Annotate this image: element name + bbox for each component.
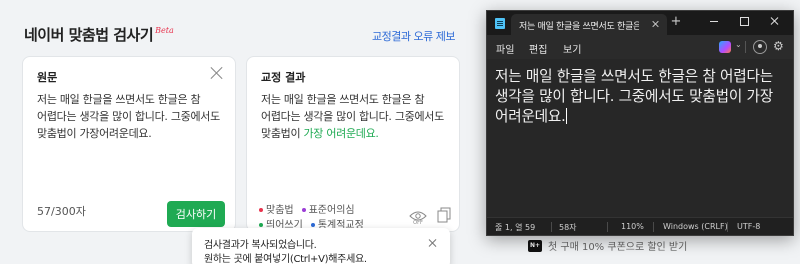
notepad-menubar: 파일 편집 보기 ⌄ ⚙ <box>487 35 793 59</box>
promo-text: 첫 구매 10% 쿠폰으로 할인 받기 <box>548 242 688 253</box>
encoding[interactable]: UTF-8 <box>737 222 760 231</box>
result-text: 저는 매일 한글을 쓰면서도 한글은 참 어렵다는 생각을 많이 합니다. 그중… <box>261 91 451 142</box>
copy-icon[interactable] <box>437 207 451 223</box>
toolbar-divider <box>745 41 746 53</box>
status-separator <box>607 222 608 232</box>
legend-dot <box>301 208 306 212</box>
notepad-window: 저는 매일 한글을 쓰면서도 한글은 + 파일 편집 보기 ⌄ ⚙ 저는 매일 … <box>486 10 794 236</box>
check-button[interactable]: 검사하기 <box>167 201 225 227</box>
editor-text[interactable]: 저는 매일 한글을 쓰면서도 한글은 참 어렵다는 생각을 많이 합니다. 그중… <box>495 67 787 127</box>
toast-hint: 원하는 곳에 붙여넣기(Ctrl+V)해주세요. <box>204 254 367 264</box>
account-icon[interactable] <box>753 40 767 54</box>
status-separator <box>551 222 552 232</box>
toast-close-icon[interactable] <box>428 238 438 248</box>
menu-edit[interactable]: 편집 <box>529 41 547 56</box>
eye-off-label: OFF <box>413 220 423 226</box>
close-window-button[interactable] <box>761 11 787 31</box>
char-count: 58자 <box>559 223 577 232</box>
legend-item-spelling: 맞춤법 <box>259 203 294 218</box>
menu-view[interactable]: 보기 <box>563 41 581 56</box>
original-text-panel: 원문 저는 매일 한글을 쓰면서도 한글은 참 어렵다는 생각을 많이 합니다.… <box>22 56 236 232</box>
zoom-level[interactable]: 110% <box>621 222 644 231</box>
tab-close-icon[interactable] <box>651 20 659 28</box>
minimize-button[interactable] <box>701 11 727 31</box>
promo-banner[interactable]: N+ 첫 구매 10% 쿠폰으로 할인 받기 <box>528 238 687 253</box>
clear-text-icon[interactable] <box>209 65 225 81</box>
text-caret <box>565 108 567 124</box>
beta-badge: Beta <box>155 26 174 35</box>
line-ending[interactable]: Windows (CRLF) <box>663 222 728 231</box>
maximize-button[interactable] <box>731 11 757 31</box>
cursor-position: 줄 1, 열 59 <box>495 223 536 232</box>
tab-title: 저는 매일 한글을 쓰면서도 한글은 <box>519 22 639 32</box>
notepad-editor[interactable]: 저는 매일 한글을 쓰면서도 한글은 참 어렵다는 생각을 많이 합니다. 그중… <box>487 59 793 219</box>
corrected-phrase: 가장 어려운데요. <box>303 127 379 140</box>
legend-dot <box>259 223 263 227</box>
legend-dot <box>259 208 263 212</box>
menu-file[interactable]: 파일 <box>496 41 514 56</box>
eye-off-icon[interactable]: OFF <box>409 207 427 229</box>
original-text-input[interactable]: 저는 매일 한글을 쓰면서도 한글은 참 어렵다는 생각을 많이 합니다. 그중… <box>37 91 227 142</box>
toast-message: 검사결과가 복사되었습니다. <box>204 240 317 251</box>
result-panel: 교정 결과 저는 매일 한글을 쓰면서도 한글은 참 어렵다는 생각을 많이 합… <box>246 56 460 232</box>
legend-item-standard: 표준어의심 <box>301 203 355 218</box>
status-separator <box>653 222 654 232</box>
copilot-icon[interactable] <box>719 41 731 53</box>
char-counter: 57/300자 <box>37 205 86 218</box>
gear-icon[interactable]: ⚙ <box>773 39 784 53</box>
new-tab-button[interactable]: + <box>669 15 683 29</box>
copied-toast: 검사결과가 복사되었습니다. 원하는 곳에 붙여넣기(Ctrl+V)해주세요. <box>192 228 450 264</box>
spellcheck-header: 네이버 맞춤법 검사기 Beta <box>24 24 174 45</box>
notepad-titlebar[interactable]: 저는 매일 한글을 쓰면서도 한글은 + <box>487 11 793 35</box>
report-error-link[interactable]: 교정결과 오류 제보 <box>372 28 455 44</box>
original-panel-title: 원문 <box>37 71 58 84</box>
chevron-down-icon[interactable]: ⌄ <box>735 40 742 49</box>
legend-dot <box>310 223 315 227</box>
tab-document[interactable]: 저는 매일 한글을 쓰면서도 한글은 <box>511 14 667 35</box>
notepad-app-icon <box>495 18 505 29</box>
page-title: 네이버 맞춤법 검사기 <box>24 26 154 44</box>
result-panel-title: 교정 결과 <box>261 71 306 84</box>
status-separator <box>727 222 728 232</box>
naver-plus-logo: N+ <box>528 239 542 252</box>
notepad-statusbar: 줄 1, 열 59 58자 110% Windows (CRLF) UTF-8 <box>487 217 793 235</box>
